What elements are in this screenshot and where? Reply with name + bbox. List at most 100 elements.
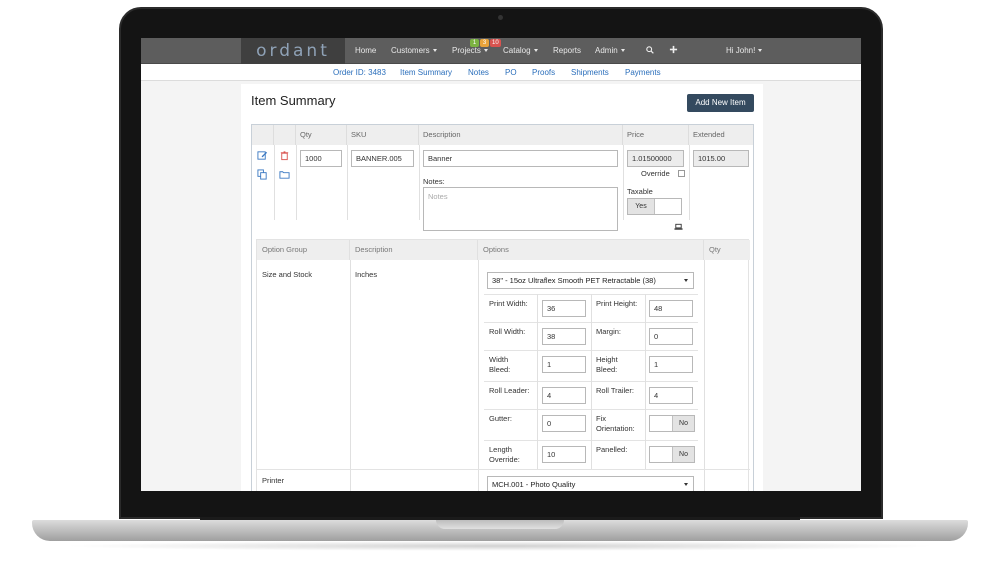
brand-logo[interactable]: ordant	[241, 38, 345, 64]
roll-leader-input[interactable]: 4	[542, 387, 586, 404]
nav-customers-label: Customers	[391, 46, 430, 55]
header-edit-col	[252, 125, 274, 145]
nav-catalog-label: Catalog	[503, 46, 531, 55]
fix-orientation-toggle[interactable]: No	[649, 415, 695, 432]
options-table: Option Group Description Options Qty Siz…	[256, 239, 750, 491]
taxable-label: Taxable	[627, 187, 653, 196]
nav-customers[interactable]: Customers	[391, 38, 437, 64]
header-options: Options	[478, 240, 704, 260]
roll-leader-label: Roll Leader:	[489, 386, 530, 395]
header-option-group: Option Group	[257, 240, 350, 260]
qty-input[interactable]: 1000	[300, 150, 342, 167]
price-input[interactable]: 1.01500000	[627, 150, 684, 167]
taxable-toggle[interactable]: Yes	[627, 198, 682, 215]
subnav-po[interactable]: PO	[505, 64, 517, 81]
nav-catalog[interactable]: Catalog	[503, 38, 538, 64]
option-group-printer: Printer	[262, 476, 285, 485]
header-option-description: Description	[350, 240, 478, 260]
sku-input[interactable]: BANNER.005	[351, 150, 414, 167]
subnav-payments[interactable]: Payments	[625, 64, 661, 81]
extended-input[interactable]: 1015.00	[693, 150, 749, 167]
col-divider	[689, 145, 690, 220]
col-divider	[350, 260, 351, 491]
nav-reports[interactable]: Reports	[553, 38, 581, 64]
header-qty: Qty	[296, 125, 347, 145]
order-subnav: Order ID: 3483 Item Summary Notes PO Pro…	[141, 64, 861, 81]
col-divider	[274, 145, 275, 220]
col-divider	[419, 145, 420, 220]
duplicate-icon[interactable]	[257, 169, 268, 180]
header-action-col	[274, 125, 296, 145]
plus-icon[interactable]	[669, 45, 678, 54]
chevron-down-icon	[758, 49, 763, 53]
header-price: Price	[623, 125, 689, 145]
fix-orientation-no: No	[672, 416, 694, 431]
gutter-label: Gutter:	[489, 414, 512, 423]
add-new-item-button[interactable]: Add New Item	[687, 94, 754, 112]
stock-select[interactable]: 38" - 15oz Ultraflex Smooth PET Retracta…	[487, 272, 694, 289]
subnav-order-id[interactable]: Order ID: 3483	[333, 64, 386, 81]
col-divider	[347, 145, 348, 220]
print-width-input[interactable]: 36	[542, 300, 586, 317]
search-icon[interactable]	[646, 46, 654, 54]
row-divider	[257, 469, 750, 470]
col-divider	[478, 260, 479, 491]
chevron-down-icon	[432, 49, 437, 53]
edit-icon[interactable]	[257, 150, 268, 161]
stage: ordant Home Customers Projects 1 3 10 Ca…	[0, 0, 1000, 563]
projects-badge-orange[interactable]: 3	[480, 39, 489, 47]
panelled-no: No	[672, 447, 694, 462]
notes-textarea[interactable]: Notes	[423, 187, 618, 231]
laptop-shadow	[60, 541, 940, 551]
chevron-down-icon	[533, 49, 538, 53]
header-sku: SKU	[347, 125, 419, 145]
col-divider	[645, 294, 646, 469]
subnav-proofs[interactable]: Proofs	[532, 64, 555, 81]
trash-icon[interactable]	[279, 150, 290, 161]
page-title: Item Summary	[251, 93, 336, 108]
subnav-notes[interactable]: Notes	[468, 64, 489, 81]
chevron-down-icon	[483, 49, 488, 53]
print-height-input[interactable]: 48	[649, 300, 693, 317]
width-bleed-input[interactable]: 1	[542, 356, 586, 373]
nav-home[interactable]: Home	[355, 38, 376, 64]
top-navbar: ordant Home Customers Projects 1 3 10 Ca…	[141, 38, 861, 64]
subnav-item-summary[interactable]: Item Summary	[400, 64, 452, 81]
subnav-shipments[interactable]: Shipments	[571, 64, 609, 81]
col-divider	[704, 260, 705, 491]
gutter-input[interactable]: 0	[542, 415, 586, 432]
roll-width-label: Roll Width:	[489, 327, 526, 336]
roll-trailer-label: Roll Trailer:	[596, 386, 634, 395]
nav-user-menu[interactable]: Hi John!	[726, 38, 763, 64]
override-checkbox[interactable]	[678, 170, 685, 177]
override-label: Override	[641, 169, 670, 178]
printer-select-value: MCH.001 - Photo Quality	[492, 480, 576, 489]
nav-projects-label: Projects	[452, 46, 481, 55]
projects-badge-red[interactable]: 10	[490, 39, 501, 47]
laptop-notch	[436, 520, 564, 529]
col-divider	[623, 145, 624, 220]
length-override-input[interactable]: 10	[542, 446, 586, 463]
description-input[interactable]: Banner	[423, 150, 618, 167]
laptop-icon[interactable]	[674, 223, 683, 231]
chevron-down-icon	[684, 483, 688, 486]
printer-select[interactable]: MCH.001 - Photo Quality	[487, 476, 694, 491]
laptop-camera	[498, 15, 503, 20]
folder-icon[interactable]	[279, 169, 290, 180]
fix-orientation-label-line1: Fix	[596, 414, 606, 423]
roll-width-input[interactable]: 38	[542, 328, 586, 345]
col-divider	[591, 294, 592, 469]
height-bleed-input[interactable]: 1	[649, 356, 693, 373]
margin-input[interactable]: 0	[649, 328, 693, 345]
content-panel: Item Summary Add New Item Qty SKU Descri…	[241, 84, 763, 491]
roll-trailer-input[interactable]: 4	[649, 387, 693, 404]
nav-admin[interactable]: Admin	[595, 38, 625, 64]
nav-user-label: Hi John!	[726, 46, 756, 55]
nav-admin-label: Admin	[595, 46, 618, 55]
stock-select-value: 38" - 15oz Ultraflex Smooth PET Retracta…	[492, 276, 656, 285]
length-override-label-line1: Length	[489, 445, 512, 454]
notes-label: Notes:	[423, 177, 445, 186]
panelled-toggle[interactable]: No	[649, 446, 695, 463]
chevron-down-icon	[620, 49, 625, 53]
projects-badge-green[interactable]: 1	[470, 39, 479, 47]
